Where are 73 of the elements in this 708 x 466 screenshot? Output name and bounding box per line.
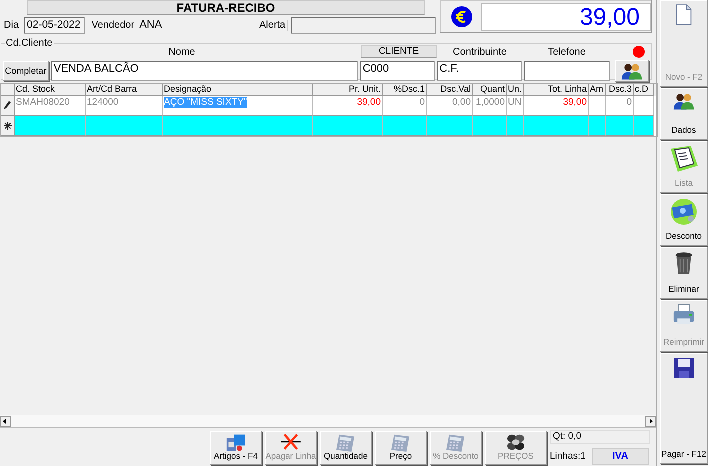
dia-label: Dia [3, 20, 20, 30]
table-cell[interactable] [313, 116, 383, 136]
column-header[interactable]: Un. [507, 84, 524, 96]
calculator-icon [390, 433, 412, 452]
table-cell[interactable] [606, 116, 634, 136]
table-cell[interactable] [507, 116, 524, 136]
column-header[interactable]: Art/Cd Barra [86, 84, 163, 96]
column-header[interactable]: Cd. Stock [15, 84, 86, 96]
table-cell[interactable] [383, 116, 427, 136]
clipboard-icon [669, 145, 699, 173]
euro-icon [451, 6, 473, 28]
total-amount: 39,00 [481, 2, 651, 30]
sidebar-button[interactable]: Dados [660, 88, 708, 140]
sidebar-button[interactable]: Pagar - F12 [660, 353, 708, 464]
table-cell[interactable] [473, 116, 507, 136]
toolbar-button[interactable]: Preço [375, 431, 427, 465]
telefone-label: Telefone [547, 47, 587, 58]
contribuinte-label: Contribuinte [452, 47, 508, 58]
toolbar-button[interactable]: Artigos - F4 [210, 431, 262, 465]
client-data-button[interactable] [615, 60, 649, 82]
people-icon [621, 62, 644, 80]
trash-icon [674, 251, 694, 276]
taxpayer-field[interactable]: C.F. [436, 61, 522, 81]
completar-button[interactable]: Completar [3, 61, 49, 81]
scroll-right-button[interactable] [645, 416, 656, 426]
table-cell[interactable] [589, 116, 606, 136]
column-header[interactable]: Quant [473, 84, 507, 96]
calculator-icon [335, 433, 357, 452]
status-dot-icon [633, 46, 645, 58]
pencil-icon [4, 101, 11, 110]
vendedor-value: ANA [140, 19, 164, 31]
cliente-header-button[interactable]: CLIENTE [361, 45, 437, 58]
document-title: FATURA-RECIBO [27, 0, 425, 15]
iva-panel: IVA [592, 448, 649, 465]
floppy-icon [673, 357, 695, 379]
horizontal-scrollbar[interactable] [0, 415, 656, 428]
column-header[interactable]: Dsc.Val [427, 84, 473, 96]
alerta-label: Alerta [258, 20, 288, 30]
table-cell[interactable] [634, 116, 654, 136]
cross-icon [280, 433, 302, 451]
sidebar-button[interactable]: Desconto [660, 194, 708, 246]
column-header[interactable]: c.D [634, 84, 654, 96]
name-field[interactable]: VENDA BALCÃO [50, 61, 358, 81]
money-icon [669, 198, 699, 226]
nome-label: Nome [168, 47, 196, 58]
table-cell[interactable] [163, 116, 313, 136]
table-cell[interactable] [524, 116, 589, 136]
document-icon [675, 4, 693, 26]
column-header[interactable]: Tot. Linha [524, 84, 589, 96]
column-header[interactable]: Pr. Unit. [313, 84, 383, 96]
people-icon [673, 92, 695, 111]
scroll-left-button[interactable] [0, 416, 11, 426]
client-code-field[interactable]: C000 [360, 61, 435, 81]
column-header[interactable]: Dsc.3 [606, 84, 634, 96]
table-cell[interactable] [427, 116, 473, 136]
phone-field[interactable] [524, 61, 610, 81]
table-cell[interactable] [15, 116, 86, 136]
client-group-label: Cd.Cliente [5, 38, 54, 49]
table-cell[interactable] [86, 116, 163, 136]
quantity-total-field: Qt: 0,0 [550, 430, 650, 444]
calculator-icon [445, 433, 467, 452]
column-header[interactable]: Am [589, 84, 606, 96]
sidebar-button[interactable]: Eliminar [660, 247, 708, 299]
asterisk-icon [4, 122, 12, 130]
vendedor-label: Vendedor [90, 20, 136, 30]
date-field[interactable]: 02-05-2022 [24, 16, 85, 34]
toolbar-button[interactable]: Quantidade [320, 431, 372, 465]
column-header[interactable]: %Dsc.1 [383, 84, 427, 96]
coins-icon [506, 433, 526, 452]
boxes-icon [225, 433, 247, 453]
line-count: Linhas:1 [550, 451, 587, 462]
column-header[interactable]: Designação [163, 84, 313, 96]
printer-icon [673, 304, 695, 326]
